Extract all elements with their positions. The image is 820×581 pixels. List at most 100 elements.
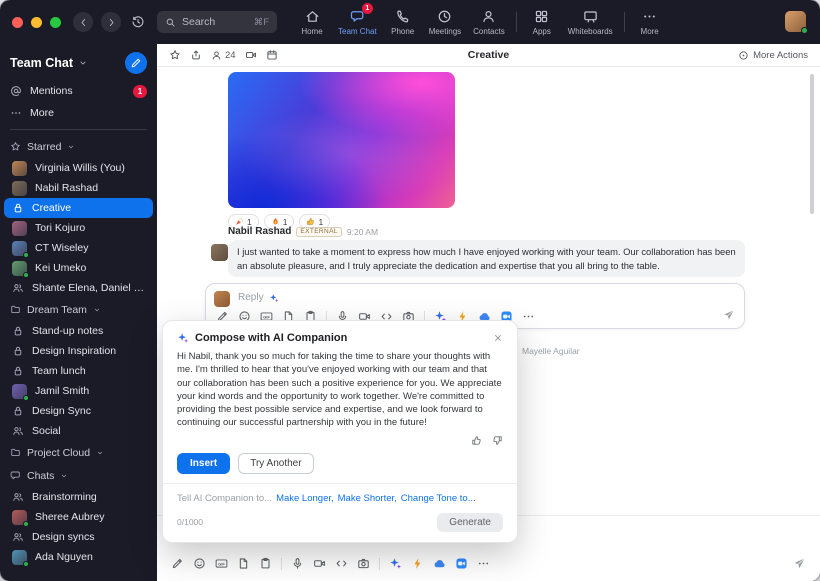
reply-input[interactable]: Reply <box>238 292 279 303</box>
thumbs-down-icon[interactable] <box>492 435 503 446</box>
nav-item-label: Home <box>301 27 322 36</box>
sidebar-item-design-inspiration[interactable]: Design Inspiration <box>4 341 153 361</box>
more-icon[interactable] <box>522 310 535 323</box>
video-icon[interactable] <box>313 557 326 570</box>
clipboard-icon[interactable] <box>259 557 272 570</box>
compose-button[interactable] <box>125 52 147 74</box>
sidebar-item-mentions[interactable]: Mentions 1 <box>0 80 157 102</box>
forward-button[interactable] <box>101 12 121 32</box>
sidebar-item-social[interactable]: Social <box>4 421 153 441</box>
sidebar-item-ada-nguyen[interactable]: Ada Nguyen <box>4 547 153 567</box>
gif-icon[interactable]: GIF <box>215 557 228 570</box>
ai-instruction-input[interactable]: Tell AI Companion to... Make Longer,Make… <box>163 483 517 507</box>
sidebar-item-virginia-willis-you[interactable]: Virginia Willis (You) <box>4 158 153 178</box>
people-icon <box>12 491 24 503</box>
nav-item-apps[interactable]: Apps <box>522 0 562 44</box>
nav-item-meetings[interactable]: Meetings <box>423 0 467 44</box>
ai-companion-icon[interactable] <box>389 557 402 570</box>
thumbs-up-icon[interactable] <box>471 435 482 446</box>
sidebar-item-design-sync[interactable]: Design Sync <box>4 401 153 421</box>
mic-icon[interactable] <box>291 557 304 570</box>
send-button[interactable] <box>793 557 806 570</box>
chat-icon <box>10 470 21 481</box>
sidebar-item-stand-up-notes[interactable]: Stand-up notes <box>4 321 153 341</box>
nav-item-more[interactable]: More <box>630 0 670 44</box>
cloud-icon[interactable] <box>433 557 446 570</box>
sidebar-item-design-syncs[interactable]: Design syncs <box>4 527 153 547</box>
ai-quick-actions: Make Longer, Make Shorter, Change Tone to.… <box>276 493 476 504</box>
zoom-app-icon[interactable] <box>455 557 468 570</box>
members-icon <box>211 50 222 61</box>
try-another-button[interactable]: Try Another <box>238 453 313 474</box>
star-icon <box>10 141 21 152</box>
back-button[interactable] <box>73 12 93 32</box>
ai-quick-action[interactable]: Make Longer, <box>276 493 334 504</box>
sidebar-item-more[interactable]: More <box>0 102 157 124</box>
sidebar-item-team-lunch[interactable]: Team lunch <box>4 361 153 381</box>
insert-button[interactable]: Insert <box>177 453 230 474</box>
ai-quick-action[interactable]: Change Tone to... <box>401 493 476 504</box>
section-label: Starred <box>27 141 61 153</box>
sidebar-item-ct-wiseley[interactable]: CT Wiseley <box>4 238 153 258</box>
close-icon[interactable] <box>493 333 503 343</box>
sidebar-item-tori-kojuro[interactable]: Tori Kojuro <box>4 218 153 238</box>
sidebar-item-brainstorming[interactable]: Brainstorming <box>4 487 153 507</box>
nav-item-team-chat[interactable]: 1Team Chat <box>332 0 383 44</box>
sidebar-item-jamil-smith[interactable]: Jamil Smith <box>4 381 153 401</box>
sidebar-item-sheree-aubrey[interactable]: Sheree Aubrey <box>4 507 153 527</box>
screenshot-icon[interactable] <box>357 557 370 570</box>
sidebar-item-creative[interactable]: Creative <box>4 198 153 218</box>
sidebar-item-shante-elena-daniel-bow[interactable]: Shante Elena, Daniel Bow... <box>4 278 153 298</box>
ai-quick-action[interactable]: Make Shorter, <box>338 493 397 504</box>
send-button[interactable] <box>723 309 735 321</box>
fullscreen-window-button[interactable] <box>50 17 61 28</box>
chevron-down-icon <box>96 449 104 457</box>
chat-name: Design syncs <box>32 531 145 543</box>
sidebar-section-chats[interactable]: Chats <box>0 464 157 487</box>
sidebar-section-project-cloud[interactable]: Project Cloud <box>0 441 157 464</box>
shared-image[interactable] <box>228 72 455 208</box>
minimize-window-button[interactable] <box>31 17 42 28</box>
lightning-icon[interactable] <box>411 557 424 570</box>
format-icon[interactable] <box>171 557 184 570</box>
message-author[interactable]: Nabil Rashad <box>228 226 291 237</box>
sidebar-section-dream-team[interactable]: Dream Team <box>0 298 157 321</box>
file-icon[interactable] <box>237 557 250 570</box>
close-window-button[interactable] <box>12 17 23 28</box>
scrollbar[interactable] <box>810 74 814 214</box>
ai-companion-icon[interactable] <box>269 293 279 303</box>
more-actions-button[interactable]: More Actions <box>738 50 808 61</box>
profile-avatar[interactable] <box>785 11 806 32</box>
history-icon[interactable] <box>131 15 145 29</box>
chat-icon: 1 <box>350 9 365 24</box>
sidebar-item-nabil-rashad[interactable]: Nabil Rashad <box>4 178 153 198</box>
code-icon[interactable] <box>335 557 348 570</box>
sidebar-section-starred[interactable]: Starred <box>0 135 157 158</box>
nav-item-label: Apps <box>533 27 551 36</box>
svg-text:GIF: GIF <box>263 314 270 319</box>
sidebar-item-kei-umeko[interactable]: Kei Umeko <box>4 258 153 278</box>
compose-icon <box>130 57 142 69</box>
start-meeting-icon[interactable] <box>245 49 257 61</box>
schedule-icon[interactable] <box>266 49 278 61</box>
sidebar-title[interactable]: Team Chat <box>10 56 73 70</box>
star-channel-icon[interactable] <box>169 49 181 61</box>
avatar[interactable] <box>211 244 228 261</box>
nav-item-phone[interactable]: Phone <box>383 0 423 44</box>
search-input[interactable]: Search ⌘F <box>157 11 277 33</box>
chevron-down-icon[interactable] <box>78 58 88 68</box>
reply-placeholder: Reply <box>238 292 264 303</box>
more-icon[interactable] <box>477 557 490 570</box>
channel-header: 24 Creative More Actions <box>157 44 820 67</box>
reaction-count: 1 <box>247 217 252 227</box>
generate-button[interactable]: Generate <box>437 513 503 532</box>
separator <box>379 558 380 570</box>
chat-name: Sheree Aubrey <box>35 511 145 523</box>
emoji-icon[interactable] <box>193 557 206 570</box>
nav-item-contacts[interactable]: Contacts <box>467 0 511 44</box>
share-icon[interactable] <box>190 49 202 61</box>
separator <box>516 12 517 32</box>
nav-item-home[interactable]: Home <box>292 0 332 44</box>
nav-item-whiteboards[interactable]: Whiteboards <box>562 0 619 44</box>
member-count[interactable]: 24 <box>211 50 236 61</box>
